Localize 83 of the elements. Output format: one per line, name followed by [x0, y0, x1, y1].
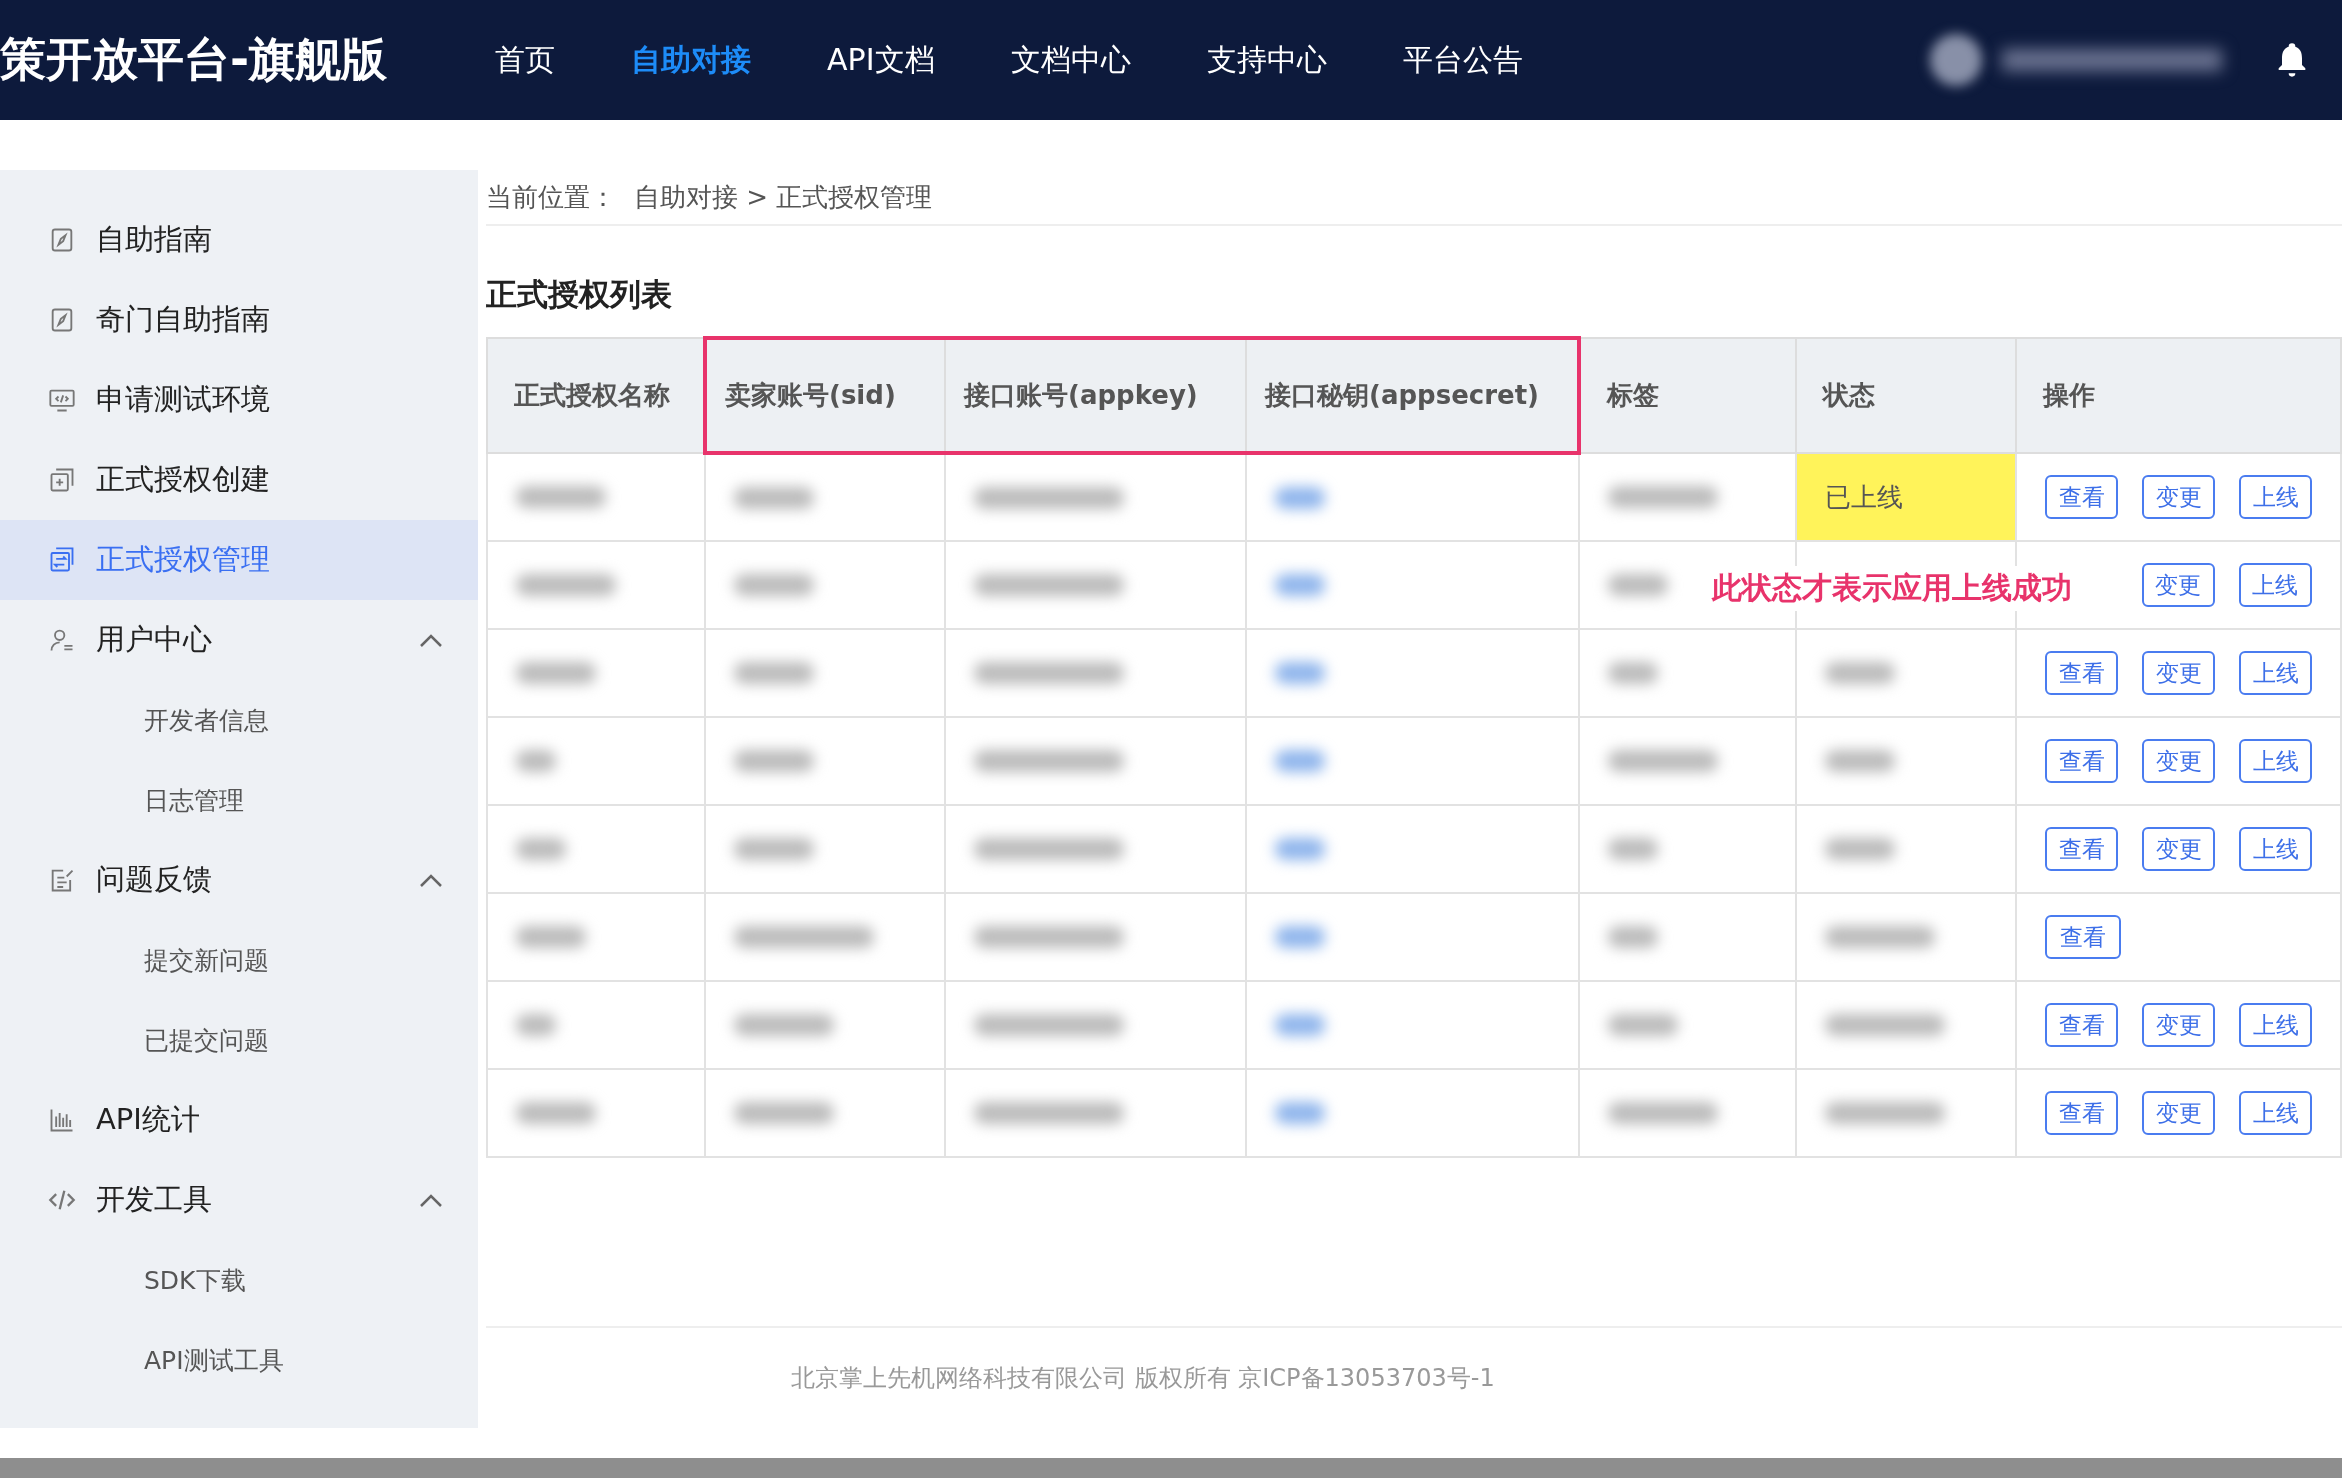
breadcrumb-label: 当前位置：	[486, 180, 616, 214]
blurred-text	[1275, 662, 1325, 684]
sidebar-group[interactable]: 问题反馈	[0, 840, 478, 920]
nav-tab[interactable]: 文档中心	[972, 39, 1169, 81]
blurred-text	[516, 1014, 556, 1036]
nav-tab[interactable]: 首页	[457, 39, 594, 81]
action-button[interactable]: 变更	[2142, 1091, 2215, 1135]
blurred-text	[1825, 662, 1895, 684]
sidebar-item[interactable]: API统计	[0, 1080, 478, 1160]
action-button[interactable]: 上线	[2239, 827, 2312, 871]
breadcrumb-path: 自助对接 > 正式授权管理	[634, 180, 933, 214]
action-button[interactable]: 查看	[2045, 739, 2118, 783]
column-header: 卖家账号(sid)	[705, 338, 945, 453]
sidebar-subitem[interactable]: 提交新问题	[144, 943, 269, 977]
transfer-icon	[48, 546, 76, 574]
action-button[interactable]: 上线	[2238, 563, 2312, 607]
action-button[interactable]: 变更	[2142, 827, 2215, 871]
sidebar-item[interactable]: 正式授权管理	[0, 520, 478, 600]
column-header: 操作	[2016, 338, 2341, 453]
blurred-text	[1275, 926, 1325, 948]
nav-tab[interactable]: 自助对接	[593, 39, 790, 81]
blurred-text	[1275, 1014, 1325, 1036]
sidebar-group[interactable]: 开发工具	[0, 1160, 478, 1240]
blurred-text	[516, 838, 566, 860]
action-button[interactable]: 上线	[2239, 475, 2312, 519]
action-button[interactable]: 查看	[2045, 1091, 2118, 1135]
blurred-text	[516, 750, 556, 772]
nav-tab[interactable]: 支持中心	[1168, 39, 1365, 81]
column-header: 接口账号(appkey)	[945, 338, 1246, 453]
annotation-text: 此状态才表示应用上线成功	[1712, 566, 2072, 611]
sidebar-subitem[interactable]: 已提交问题	[144, 1023, 269, 1057]
column-header: 接口秘钥(appsecret)	[1246, 338, 1579, 453]
action-button[interactable]: 查看	[2045, 651, 2118, 695]
sidebar-item[interactable]: 奇门自助指南	[0, 280, 478, 360]
column-header: 标签	[1579, 338, 1796, 453]
blurred-avatar[interactable]	[1930, 34, 1982, 86]
footer-copyright: 北京掌上先机网络科技有限公司 版权所有 京ICP备13053703号-1	[791, 1363, 1495, 1394]
sidebar-item[interactable]: 正式授权创建	[0, 440, 478, 520]
platform-logo: 策开放平台-旗舰版	[0, 31, 388, 88]
action-button[interactable]: 查看	[2045, 915, 2121, 959]
blurred-text	[1275, 838, 1325, 860]
action-button[interactable]: 变更	[2142, 475, 2215, 519]
action-button[interactable]: 变更	[2142, 1003, 2215, 1047]
column-header: 状态	[1796, 338, 2016, 453]
scrollbar[interactable]	[0, 1458, 2342, 1478]
blurred-text	[1608, 926, 1658, 948]
blurred-text	[1608, 662, 1658, 684]
nav-tab[interactable]: API文档	[789, 39, 973, 81]
action-button[interactable]: 上线	[2239, 1091, 2312, 1135]
add-window-icon	[48, 466, 76, 494]
action-button[interactable]: 上线	[2239, 739, 2312, 783]
sidebar-group-label: 用户中心	[96, 621, 213, 658]
blurred-text	[1608, 574, 1668, 596]
blurred-text	[1608, 1014, 1678, 1036]
nav-tab[interactable]: 平台公告	[1364, 39, 1561, 81]
sidebar-subitem[interactable]: SDK下载	[144, 1263, 246, 1297]
status-cell: 已上线	[1796, 453, 2016, 541]
sidebar-group-label: 开发工具	[96, 1181, 213, 1218]
sidebar-group[interactable]: 用户中心	[0, 600, 478, 680]
blurred-text	[1275, 750, 1325, 772]
blurred-text	[1608, 838, 1658, 860]
blurred-text	[1825, 750, 1895, 772]
action-button[interactable]: 变更	[2142, 651, 2215, 695]
blurred-text	[516, 926, 586, 948]
sidebar-subitem[interactable]: API测试工具	[144, 1343, 284, 1377]
sidebar-item[interactable]: 自助指南	[0, 200, 478, 280]
action-button[interactable]: 查看	[2045, 1003, 2118, 1047]
action-button[interactable]: 查看	[2045, 827, 2118, 871]
sidebar-subitem[interactable]: 日志管理	[144, 783, 244, 817]
blurred-text	[1275, 486, 1325, 509]
column-header: 正式授权名称	[487, 338, 705, 453]
blurred-text	[1825, 838, 1895, 860]
action-button[interactable]: 上线	[2239, 651, 2312, 695]
action-button[interactable]: 变更	[2142, 739, 2215, 783]
action-button[interactable]: 上线	[2239, 1003, 2312, 1047]
blurred-text	[1275, 574, 1325, 596]
sidebar-group-label: 问题反馈	[96, 861, 213, 898]
sidebar-item[interactable]: 申请测试环境	[0, 360, 478, 440]
page-title: 正式授权列表	[486, 275, 673, 314]
sidebar-subitem[interactable]: 开发者信息	[144, 703, 269, 737]
action-button[interactable]: 查看	[2045, 475, 2118, 519]
blurred-text	[1275, 1102, 1325, 1124]
action-button[interactable]: 变更	[2141, 563, 2215, 607]
